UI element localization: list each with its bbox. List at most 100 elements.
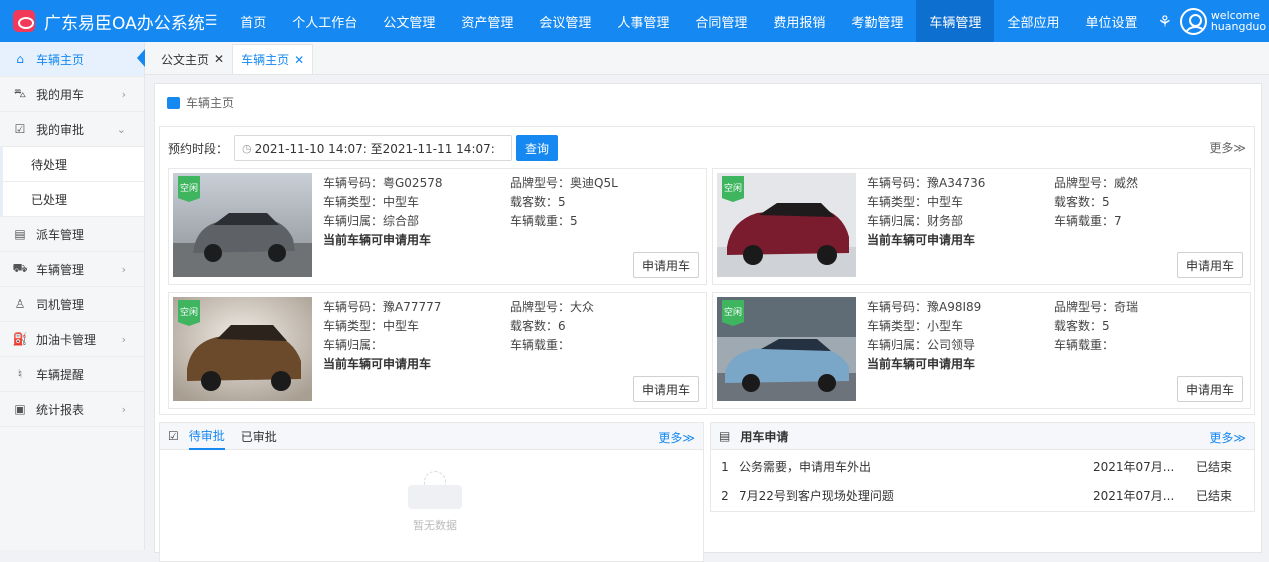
dispatch-icon: ▤: [14, 227, 26, 241]
nav-contracts[interactable]: 合同管理: [682, 0, 760, 42]
filter-label: 预约时段：: [168, 141, 229, 156]
vehicle-seats: 载客数：5: [510, 195, 566, 209]
sidebar-item-vehicle-home[interactable]: ⌂ 车辆主页: [0, 42, 145, 77]
close-icon[interactable]: ✕: [214, 52, 224, 66]
sidebar-item-processed[interactable]: 已处理: [0, 182, 144, 217]
sidebar: ⌂ 车辆主页 ⛍ 我的用车 › ☑ 我的审批 ⌄ 待处理 已处理 ▤ 派车管理 …: [0, 42, 145, 550]
tab-vehicle-home[interactable]: 车辆主页 ✕: [232, 44, 314, 74]
vehicle-type: 车辆类型：中型车: [867, 195, 964, 209]
tab-document-home[interactable]: 公文主页 ✕: [153, 44, 232, 74]
sidebar-item-reminders[interactable]: ♮ 车辆提醒: [0, 357, 144, 392]
nav-workbench[interactable]: 个人工作台: [279, 0, 370, 42]
sidebar-item-label: 司机管理: [36, 297, 85, 312]
page-tabs: 公文主页 ✕ 车辆主页 ✕: [145, 42, 1269, 75]
sidebar-item-dispatch[interactable]: ▤ 派车管理: [0, 217, 144, 252]
menu-toggle-icon[interactable]: ☰: [205, 13, 218, 29]
panel-title: 用车申请: [740, 429, 789, 444]
apply-vehicle-button[interactable]: 申请用车: [633, 252, 699, 278]
more-link[interactable]: 更多≫: [1209, 429, 1246, 446]
breadcrumb: 车辆主页: [167, 94, 234, 111]
checkbox-icon: ☑: [168, 429, 179, 443]
row-title: 公务需要，申请用车外出: [739, 460, 872, 474]
apply-vehicle-button[interactable]: 申请用车: [1177, 376, 1243, 402]
fuel-card-icon: ⛽: [12, 332, 28, 346]
tab-pending-approval[interactable]: 待审批: [188, 423, 225, 450]
nav-all-apps[interactable]: 全部应用: [994, 0, 1072, 42]
nav-documents[interactable]: 公文管理: [370, 0, 448, 42]
query-button[interactable]: 查询: [516, 135, 559, 161]
more-link[interactable]: 更多≫: [658, 429, 695, 446]
row-date: 2021年07月...: [1093, 489, 1175, 503]
more-link[interactable]: 更多≫: [1209, 139, 1246, 156]
tab-label: 公文主页: [161, 52, 210, 67]
tab-approved[interactable]: 已审批: [241, 423, 277, 450]
logo-icon: [13, 10, 35, 32]
status-badge: 空闲: [722, 176, 744, 202]
booking-filter: 预约时段： ◷ 2021-11-10 14:07: 至2021-11-11 14…: [168, 135, 559, 161]
apply-vehicle-button[interactable]: 申请用车: [633, 376, 699, 402]
vehicle-type: 车辆类型：小型车: [867, 319, 964, 333]
date-range-value: 2021-11-10 14:07: 至2021-11-11 14:07:: [254, 141, 495, 156]
sidebar-item-reports[interactable]: ▣ 统计报表 ›: [0, 392, 144, 427]
vehicle-card: 空闲 车辆号码：粤G02578 品牌型号：奥迪Q5L 车辆类型：中型车 载客数：5 …: [168, 168, 707, 285]
chevron-right-icon: ›: [121, 402, 126, 416]
vehicle-availability: 当前车辆可申请用车: [323, 233, 432, 247]
sidebar-item-label: 车辆主页: [36, 52, 85, 67]
vehicle-load: 车辆载重：7: [1054, 214, 1122, 228]
vehicle-type: 车辆类型：中型车: [323, 319, 420, 333]
sidebar-collapse-handle[interactable]: [137, 49, 145, 67]
vehicle-brand: 品牌型号：奇瑞: [1054, 300, 1139, 314]
empty-text: 暂无数据: [413, 519, 457, 532]
date-range-input[interactable]: ◷ 2021-11-10 14:07: 至2021-11-11 14:07:: [234, 135, 513, 161]
home-icon: [167, 96, 180, 109]
apply-vehicle-button[interactable]: 申请用车: [1177, 252, 1243, 278]
sidebar-item-pending[interactable]: 待处理: [0, 147, 144, 182]
nav-unit-settings[interactable]: 单位设置: [1072, 0, 1150, 42]
vehicle-image: 空闲: [173, 297, 312, 401]
list-item[interactable]: 1 公务需要，申请用车外出 2021年07月... 已结束: [711, 452, 1254, 481]
nav-hr[interactable]: 人事管理: [604, 0, 682, 42]
sidebar-item-label: 待处理: [31, 157, 68, 172]
vehicle-load: 车辆载重：: [1054, 338, 1115, 352]
vehicle-availability: 当前车辆可申请用车: [323, 357, 432, 371]
vehicle-image: 空闲: [173, 173, 312, 277]
vehicle-availability: 当前车辆可申请用车: [867, 233, 976, 247]
sidebar-item-label: 加油卡管理: [36, 332, 97, 347]
nav-meetings[interactable]: 会议管理: [526, 0, 604, 42]
content-panel: 车辆主页 预约时段： ◷ 2021-11-10 14:07: 至2021-11-…: [154, 83, 1262, 562]
tab-label: 车辆主页: [241, 53, 290, 67]
nav-attendance[interactable]: 考勤管理: [838, 0, 916, 42]
sidebar-item-fuel-card[interactable]: ⛽ 加油卡管理 ›: [0, 322, 144, 357]
list-icon: ▤: [719, 429, 731, 443]
app-title: 广东易臣OA办公系统: [44, 13, 205, 34]
row-status: 已结束: [1196, 489, 1233, 503]
vehicle-load: 车辆载重：: [510, 338, 571, 352]
vehicle-seats: 载客数：6: [510, 319, 566, 333]
nav-assets[interactable]: 资产管理: [448, 0, 526, 42]
vehicle-owner: 车辆归属：综合部: [323, 214, 420, 228]
org-chart-icon[interactable]: ⚘: [1157, 12, 1171, 31]
vehicle-image: 空闲: [717, 173, 856, 277]
nav-home[interactable]: 首页: [227, 0, 279, 42]
sidebar-item-label: 车辆提醒: [36, 367, 85, 382]
list-item[interactable]: 2 7月22号到客户现场处理问题 2021年07月... 已结束: [711, 481, 1254, 510]
vehicle-seats: 载客数：5: [1054, 319, 1110, 333]
close-icon[interactable]: ✕: [294, 53, 304, 67]
vehicle-availability: 当前车辆可申请用车: [867, 357, 976, 371]
sidebar-item-drivers[interactable]: ♙ 司机管理: [0, 287, 144, 322]
nav-expenses[interactable]: 费用报销: [760, 0, 838, 42]
sidebar-item-my-approval[interactable]: ☑ 我的审批 ⌄: [0, 112, 144, 147]
vehicle-seats: 载客数：5: [1054, 195, 1110, 209]
nav-vehicles[interactable]: 车辆管理: [916, 0, 995, 42]
sidebar-item-label: 我的审批: [36, 122, 85, 137]
sidebar-item-my-vehicle[interactable]: ⛍ 我的用车 ›: [0, 77, 144, 112]
row-date: 2021年07月...: [1093, 460, 1175, 474]
sidebar-item-vehicle-manage[interactable]: ⛟ 车辆管理 ›: [0, 252, 144, 287]
user-menu[interactable]: welcome huangduo ▼: [1179, 7, 1269, 35]
sidebar-item-label: 统计报表: [36, 402, 85, 417]
chevron-right-icon: ›: [121, 262, 126, 276]
car-icon: ⛍: [13, 86, 27, 100]
app-logo[interactable]: 广东易臣OA办公系统: [13, 9, 205, 34]
clock-icon: ◷: [242, 141, 252, 155]
empty-state: 暂无数据: [395, 471, 475, 533]
